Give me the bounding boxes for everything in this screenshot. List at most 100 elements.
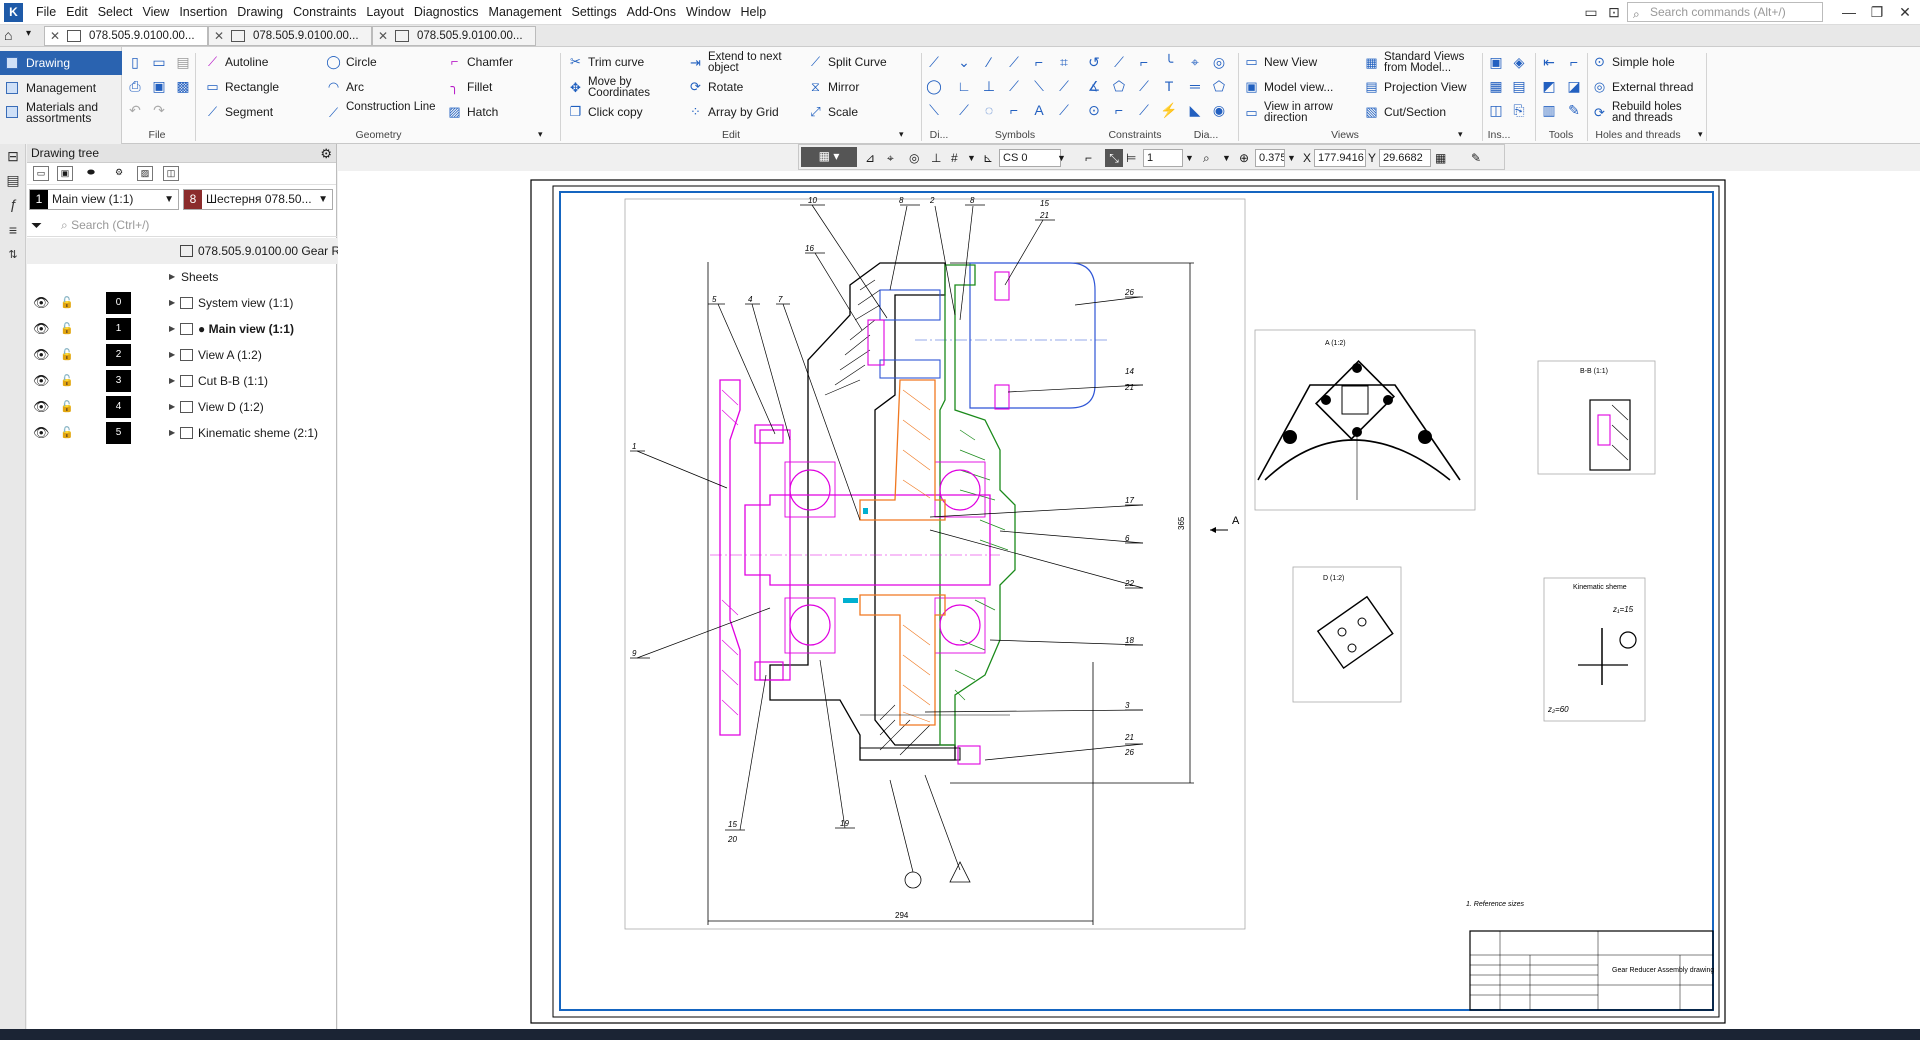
point-icon-icon[interactable]: ◉ (1210, 101, 1228, 119)
trim-curve-button[interactable]: ✂ Trim curve (566, 51, 644, 73)
component-icon[interactable]: ⚙ (111, 166, 127, 181)
chain-dim-icon[interactable]: ⟍ (1030, 77, 1048, 95)
menu-help[interactable]: Help (735, 0, 771, 25)
round-icon[interactable]: ◎ (909, 149, 919, 167)
group-expand-icon[interactable]: ▾ (538, 129, 543, 140)
snap-icon[interactable]: ⌖ (887, 149, 894, 167)
close-tab-icon[interactable]: ✕ (214, 27, 224, 45)
eyedropper-icon[interactable]: ✎ (1471, 149, 1481, 167)
tree-view-row[interactable]: 👁 🔓 0 ▶ System view (1:1) (27, 290, 337, 316)
insert-link-icon[interactable]: ⎘ (1510, 101, 1528, 119)
extend-button[interactable]: ⇥ Extend to next object (686, 51, 786, 74)
move-by-coords-button[interactable]: ✥ Move by Coordinates (566, 76, 678, 99)
image-icon[interactable]: ▨ (137, 166, 153, 181)
text-big-icon-icon[interactable]: T (1160, 77, 1178, 95)
roughness-icon-icon[interactable]: ⌐ (1005, 101, 1023, 119)
rotate-constraint-icon-icon[interactable]: ↺ (1085, 53, 1103, 71)
close-tab-icon[interactable]: ✕ (50, 27, 60, 45)
base-icon-icon[interactable]: ⊥ (980, 77, 998, 95)
fillet-button[interactable]: ╮ Fillet (445, 76, 493, 98)
measure-icon[interactable]: ⇤ (1540, 53, 1558, 71)
expand-arrow-icon[interactable]: ▶ (169, 368, 175, 394)
weld-icon-icon[interactable]: ⌐ (1110, 101, 1128, 119)
undo-icon[interactable]: ↶ (126, 101, 144, 119)
sheet-icon[interactable]: ▣ (57, 166, 73, 181)
rebuild-holes-button[interactable]: ⟳ Rebuild holes and threads (1590, 101, 1700, 124)
collinear-icon-icon[interactable]: ⟋ (1110, 53, 1128, 71)
external-thread-button[interactable]: ◎ External thread (1590, 76, 1694, 98)
angle-constraint-icon-icon[interactable]: ∡ (1085, 77, 1103, 95)
lock-icon[interactable]: 🔓 (60, 420, 74, 446)
visibility-eye-icon[interactable]: 👁 (33, 316, 50, 342)
menu-drawing[interactable]: Drawing (232, 0, 288, 25)
visibility-eye-icon[interactable]: 👁 (33, 394, 50, 420)
close-tab-icon[interactable]: ✕ (378, 27, 388, 45)
menu-edit[interactable]: Edit (61, 0, 93, 25)
panel-toggle-icon[interactable]: ▭ (1580, 3, 1602, 21)
menu-settings[interactable]: Settings (567, 0, 622, 25)
chevron-down-icon[interactable]: ▼ (1222, 149, 1231, 167)
zoom-tools-icon[interactable]: ⌕ (1203, 149, 1210, 167)
layer-icon[interactable]: ⤡ (1105, 149, 1123, 167)
frame-dim-icon[interactable]: ∟ (955, 77, 973, 95)
parallel-icon-icon[interactable]: ⟋ (1055, 77, 1073, 95)
tree-view-row[interactable]: 👁 🔓 1 ▶ ● Main view (1:1) (27, 316, 337, 342)
radius-dim-icon[interactable]: ◯ (925, 77, 943, 95)
home-icon[interactable]: ⌂ (4, 27, 12, 43)
grid-dropdown-icon[interactable]: ▼ (967, 149, 976, 167)
tree-icon[interactable]: ⊟ (4, 148, 22, 166)
link-icon[interactable]: ⬬ (83, 166, 99, 181)
check-dim-icon[interactable]: ⌄ (955, 53, 973, 71)
menu-addons[interactable]: Add-Ons (622, 0, 681, 25)
group-expand-icon[interactable]: ▾ (1458, 129, 1463, 140)
insert-table-icon[interactable]: ▦ (1487, 77, 1505, 95)
fragment-icon[interactable]: ◫ (163, 166, 179, 181)
tree-view-row[interactable]: 👁 🔓 3 ▶ Cut B-B (1:1) (27, 368, 337, 394)
mode-drawing[interactable]: Drawing (0, 51, 122, 75)
menu-view[interactable]: View (137, 0, 174, 25)
save-file-icon[interactable]: ▤ (174, 53, 192, 71)
expand-arrow-icon[interactable]: ▶ (169, 342, 175, 368)
model-view-button[interactable]: ▣ Model view... (1242, 76, 1333, 98)
new-view-button[interactable]: ▭ New View (1242, 51, 1317, 73)
perpendicular-icon-icon[interactable]: ⟋ (1055, 101, 1073, 119)
circle-button[interactable]: ◯ Circle (324, 51, 376, 73)
minimize-button[interactable]: — (1838, 3, 1860, 21)
fix-icon-icon[interactable]: ◣ (1186, 101, 1204, 119)
expand-arrow-icon[interactable]: ▶ (169, 420, 175, 446)
menu-window[interactable]: Window (681, 0, 735, 25)
properties-icon[interactable]: ▤ (4, 172, 22, 190)
pen-icon[interactable]: ✎ (1565, 101, 1583, 119)
zoom-input[interactable]: 0.375 (1255, 149, 1285, 167)
array-by-grid-button[interactable]: ⁘ Array by Grid (686, 101, 779, 123)
rotate-button[interactable]: ⟳ Rotate (686, 76, 743, 98)
cut-section-button[interactable]: ▧ Cut/Section (1362, 101, 1446, 123)
linear-dim-icon[interactable]: ⟋ (925, 53, 943, 71)
x-coordinate-input[interactable]: 177.9416 (1314, 149, 1366, 167)
mode-materials[interactable]: Materials and assortments (0, 100, 122, 124)
view-dropdown[interactable]: 1 Main view (1:1) ▼ (29, 189, 179, 210)
calc-icon[interactable]: ▥ (1540, 101, 1558, 119)
redo-icon[interactable]: ↷ (150, 101, 168, 119)
close-button[interactable]: ✕ (1894, 3, 1916, 21)
concentric-icon-icon[interactable]: ⊙ (1085, 101, 1103, 119)
insert-image-icon[interactable]: ▣ (1487, 53, 1505, 71)
chamfer-button[interactable]: ⌐ Chamfer (445, 51, 513, 73)
auto-dim-icon[interactable]: ⌐ (1030, 53, 1048, 71)
expand-arrow-icon[interactable]: ▶ (169, 394, 175, 420)
gear-icon[interactable]: ⚙ (320, 144, 332, 163)
tree-view-row[interactable]: 👁 🔓 4 ▶ View D (1:2) (27, 394, 337, 420)
mirror-button[interactable]: ⧖ Mirror (806, 76, 859, 98)
menu-select[interactable]: Select (93, 0, 138, 25)
star-icon-icon[interactable]: ⬠ (1110, 77, 1128, 95)
menu-diagnostics[interactable]: Diagnostics (409, 0, 484, 25)
library-icon[interactable]: ◪ (1565, 77, 1583, 95)
layer-state-icon[interactable]: ⊨ (1126, 149, 1136, 167)
menu-insertion[interactable]: Insertion (174, 0, 232, 25)
cs-icon[interactable]: ⊾ (983, 149, 993, 167)
lightning-icon-icon[interactable]: ⚡ (1160, 101, 1178, 119)
arc-button[interactable]: ◠ Arc (324, 76, 364, 98)
save-as-icon[interactable]: ▩ (174, 77, 192, 95)
part-dropdown[interactable]: 8 Шестерня 078.50... ▼ (183, 189, 333, 210)
lock-icon[interactable]: 🔓 (60, 316, 74, 342)
